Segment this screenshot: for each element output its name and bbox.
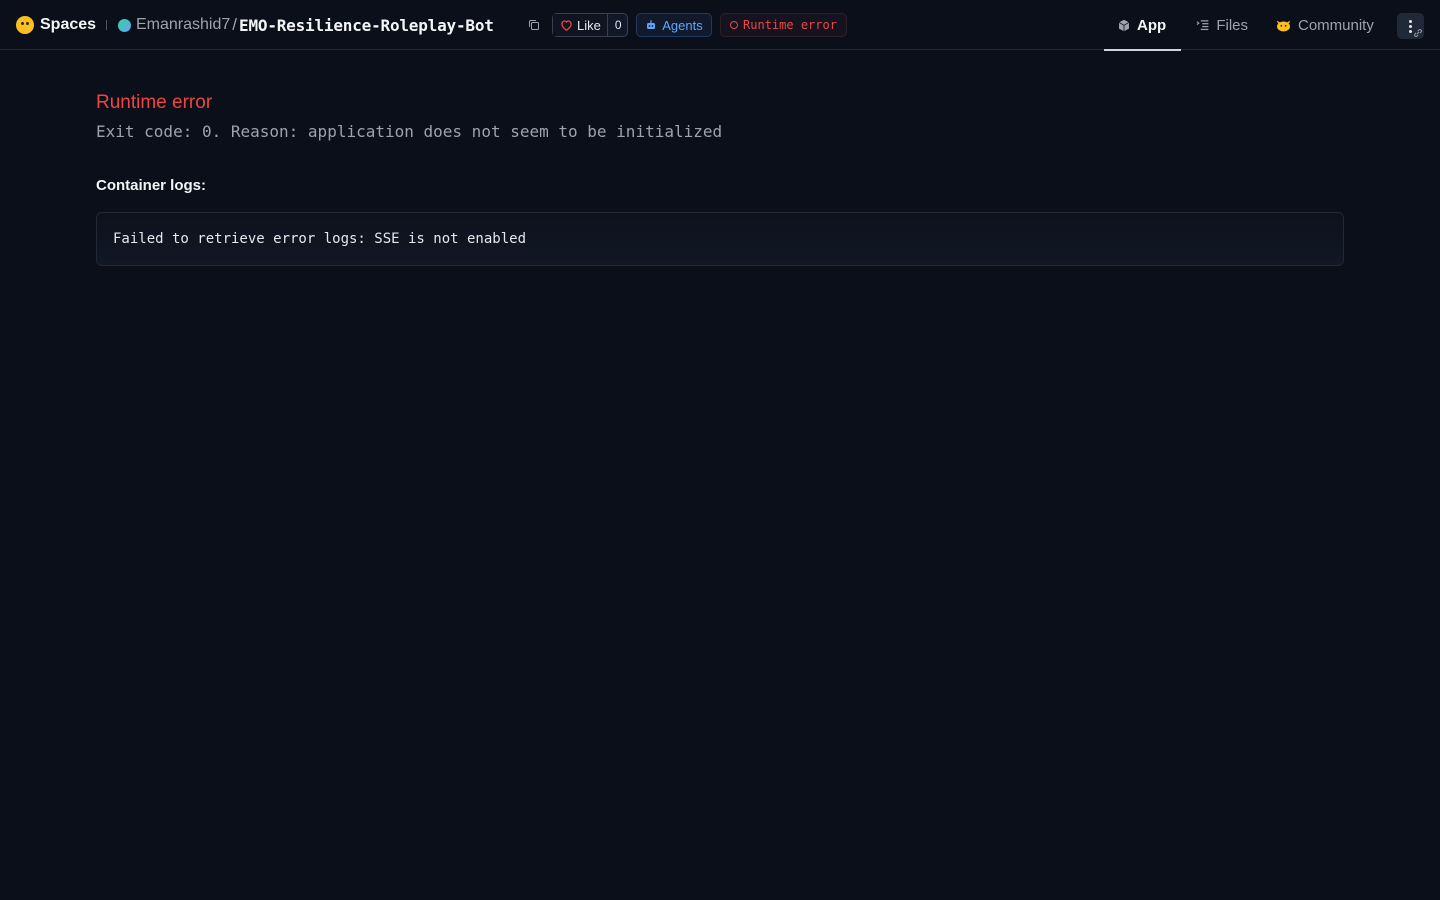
community-icon [1276,20,1291,31]
agents-badge[interactable]: Agents [636,13,712,37]
like-toggle[interactable]: Like [553,14,608,36]
status-label: Runtime error [743,18,837,32]
robot-icon [647,20,656,29]
brand-separator [106,20,107,30]
more-options-button[interactable] [1397,13,1424,39]
brand-label: Spaces [40,16,97,33]
cube-icon [1118,19,1130,31]
error-panel: Runtime error Exit code: 0. Reason: appl… [96,92,1344,266]
top-navigation-bar: Spaces Emanrashid7 / EMO-Resilience-Role… [0,0,1440,51]
tab-community[interactable]: Community [1262,0,1388,50]
runtime-status-badge[interactable]: Runtime error [720,13,847,37]
vertical-dots-icon [1409,19,1412,33]
status-circle-icon [730,21,739,29]
copy-icon[interactable] [528,19,540,31]
repo-name-link[interactable]: EMO-Resilience-Roleplay-Bot [239,16,494,35]
like-label: Like [577,17,601,33]
like-button[interactable]: Like 0 [552,13,628,37]
error-reason: Exit code: 0. Reason: application does n… [96,122,723,141]
error-title: Runtime error [96,92,213,113]
files-icon [1196,20,1209,31]
tab-app-label: App [1137,16,1167,34]
owner-link[interactable]: Emanrashid7 [136,16,230,34]
breadcrumb-slash: / [232,15,238,34]
container-logs-box[interactable]: Failed to retrieve error logs: SSE is no… [96,212,1344,266]
owner-avatar [118,18,131,32]
agents-label: Agents [662,17,703,33]
hugging-face-logo-icon [16,16,34,34]
tab-app[interactable]: App [1104,0,1181,51]
repo-breadcrumb: Emanrashid7 / EMO-Resilience-Roleplay-Bo… [118,14,494,36]
spaces-home-link[interactable]: Spaces [16,14,96,36]
tab-files[interactable]: Files [1182,0,1262,50]
container-logs-content: Failed to retrieve error logs: SSE is no… [113,231,527,247]
link-icon [1414,29,1422,37]
like-count[interactable]: 0 [608,18,629,32]
heart-icon [561,20,572,31]
container-logs-heading: Container logs: [96,177,207,194]
tab-community-label: Community [1298,16,1374,34]
tab-files-label: Files [1216,16,1248,34]
